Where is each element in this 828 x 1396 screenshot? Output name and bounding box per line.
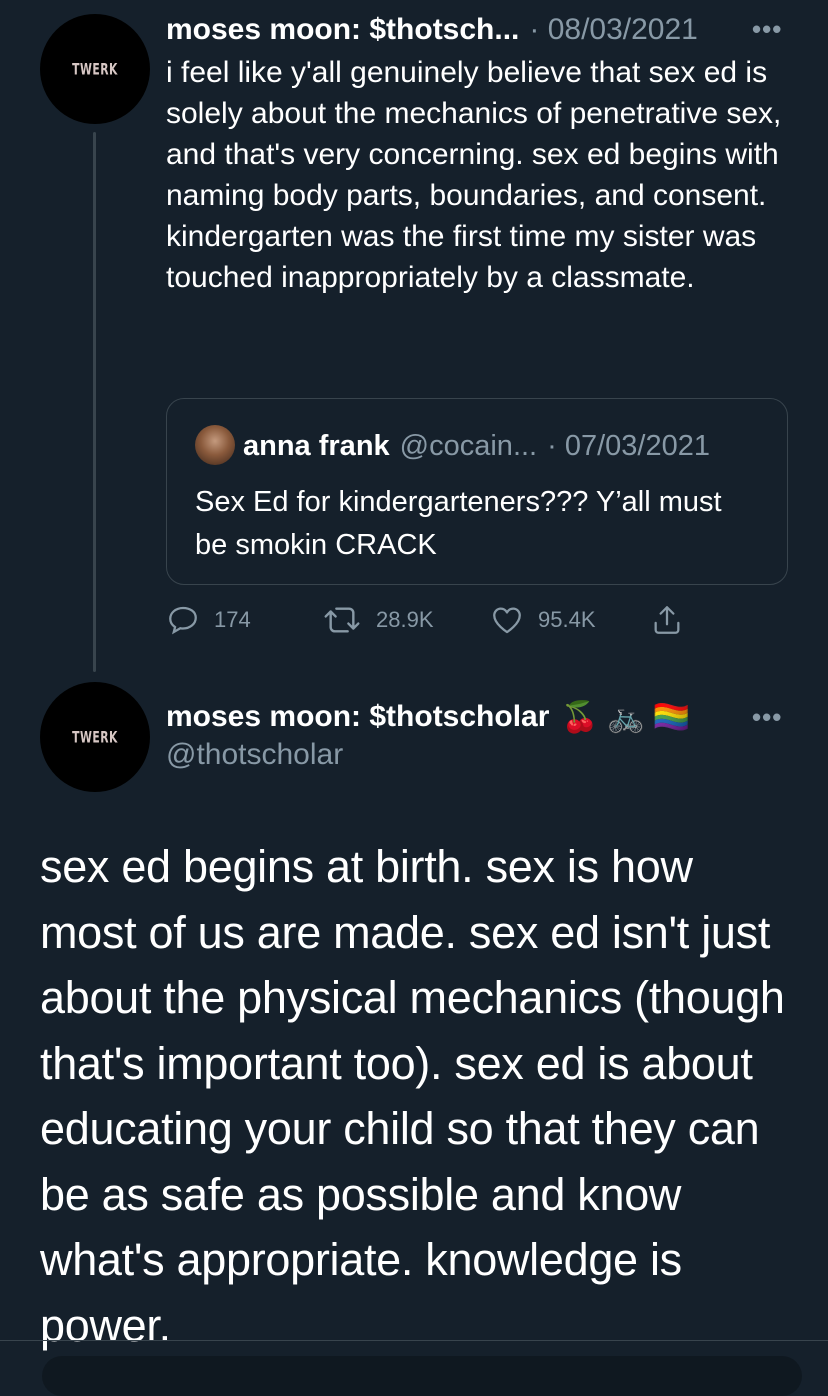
main-tweet-text: sex ed begins at birth. sex is how most …	[40, 841, 785, 1351]
avatar[interactable]: TWERK	[40, 14, 150, 124]
quoted-date: · 07/03/2021	[547, 429, 710, 462]
main-more-icon[interactable]: •••	[752, 702, 782, 733]
main-handle[interactable]: @thotscholar	[166, 738, 343, 772]
like-count: 95.4K	[538, 607, 596, 632]
main-display-name[interactable]: moses moon: $thotscholar	[166, 700, 549, 734]
reply-bar[interactable]	[42, 1356, 802, 1396]
reply-count: 174	[214, 607, 251, 632]
tweet-header: moses moon: $thotsch... · 08/03/2021	[166, 8, 766, 52]
quoted-handle: @cocain...	[399, 429, 538, 462]
main-avatar-label: TWERK	[72, 727, 118, 747]
share-button[interactable]	[650, 600, 698, 640]
quoted-avatar[interactable]	[195, 425, 235, 465]
retweet-count: 28.9K	[376, 607, 434, 632]
avatar-label: TWERK	[72, 59, 118, 79]
tweet-date[interactable]: · 08/03/2021	[529, 13, 697, 47]
reply-icon	[169, 606, 197, 635]
main-tweet-header: moses moon: $thotscholar 🍒 🚲 🏳️‍🌈	[166, 694, 690, 740]
name-emojis: 🍒 🚲 🏳️‍🌈	[561, 700, 691, 734]
like-button[interactable]: 95.4K	[490, 600, 596, 640]
quoted-text: Sex Ed for kindergarteners??? Y’all must…	[195, 486, 722, 561]
quoted-header: anna frank @cocain... · 07/03/2021	[243, 425, 710, 467]
divider	[0, 1340, 828, 1341]
main-avatar[interactable]: TWERK	[40, 682, 150, 792]
reply-button[interactable]: 174	[166, 600, 251, 640]
retweet-button[interactable]: 28.9K	[322, 600, 434, 640]
like-icon	[493, 607, 521, 634]
tweet-text: i feel like y'all genuinely believe that…	[166, 56, 782, 294]
display-name[interactable]: moses moon: $thotsch...	[166, 13, 519, 47]
thread-line	[93, 132, 96, 672]
quoted-display-name: anna frank	[243, 429, 390, 462]
quoted-tweet[interactable]: anna frank @cocain... · 07/03/2021 Sex E…	[166, 398, 788, 585]
share-icon	[654, 606, 680, 634]
retweet-icon	[324, 607, 360, 633]
more-icon[interactable]: •••	[752, 14, 782, 45]
